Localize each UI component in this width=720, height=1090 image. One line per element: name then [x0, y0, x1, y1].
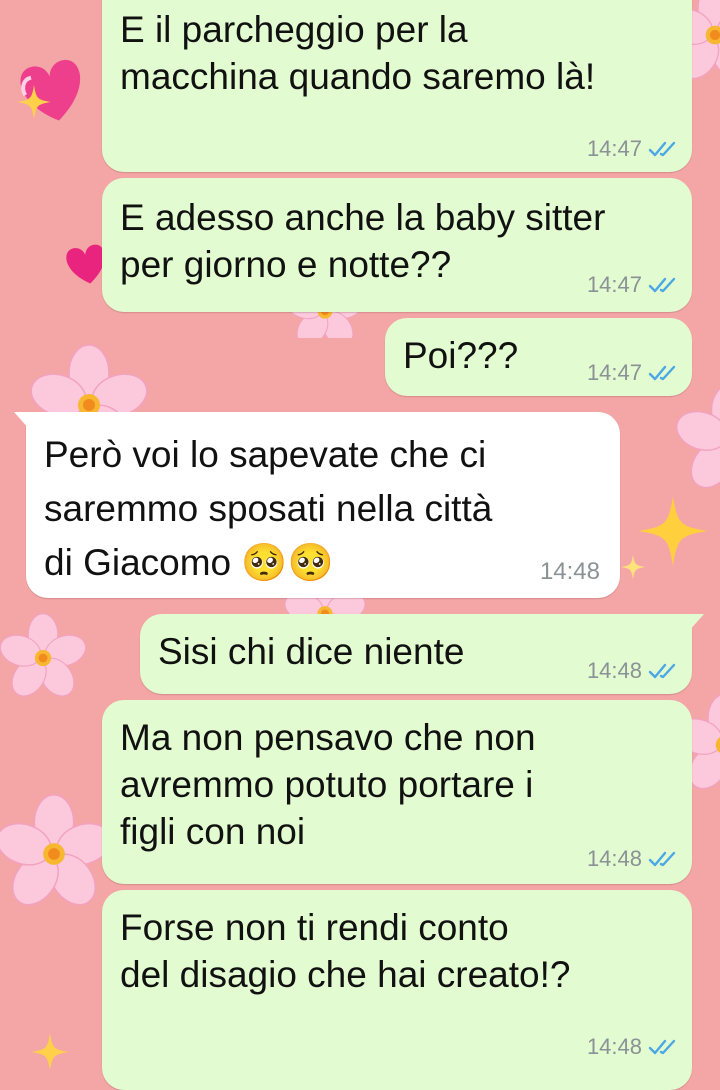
message-meta: 14:48: [540, 558, 600, 586]
message-bubble-outgoing[interactable]: E il parcheggio per la macchina quando s…: [102, 0, 692, 172]
message-time: 14:48: [586, 1034, 642, 1059]
chat-screen: { "theme": { "wallpaper_color": "#f4a6a6…: [0, 0, 720, 1090]
bubble-tail: [688, 614, 704, 632]
message-bubble-outgoing[interactable]: Forse non ti rendi conto del disagio che…: [102, 890, 692, 1090]
message-time: 14:47: [586, 136, 642, 161]
message-text: E il parcheggio per la macchina quando s…: [120, 9, 596, 97]
message-meta: 14:48: [587, 846, 678, 872]
message-bubble-outgoing[interactable]: Sisi chi dice niente 14:48: [140, 614, 704, 694]
read-ticks-icon: [648, 663, 676, 679]
message-time: 14:47: [586, 272, 642, 297]
message-meta: 14:48: [587, 1034, 678, 1060]
message-text: E adesso anche la baby sitter per giorno…: [120, 197, 606, 285]
message-time: 14:48: [586, 846, 642, 871]
message-text: Sisi chi dice niente: [158, 631, 465, 672]
message-meta: 14:47: [587, 136, 678, 162]
message-bubble-outgoing[interactable]: E adesso anche la baby sitter per giorno…: [102, 178, 692, 312]
read-ticks-icon: [648, 1039, 676, 1055]
message-bubble-outgoing[interactable]: Ma non pensavo che non avremmo potuto po…: [102, 700, 692, 884]
read-ticks-icon: [648, 365, 676, 381]
message-list[interactable]: E il parcheggio per la macchina quando s…: [0, 0, 720, 1090]
message-bubble-incoming[interactable]: Però voi lo sapevate che ci saremmo spos…: [14, 412, 620, 598]
message-time: 14:48: [539, 558, 600, 585]
bubble-tail: [14, 412, 30, 430]
message-text: Però voi lo sapevate che ci saremmo spos…: [44, 434, 493, 583]
read-ticks-icon: [648, 141, 676, 157]
message-text: Forse non ti rendi conto del disagio che…: [120, 907, 571, 995]
message-time: 14:48: [586, 658, 642, 683]
read-ticks-icon: [648, 851, 676, 867]
message-meta: 14:47: [587, 272, 678, 298]
read-ticks-icon: [648, 277, 676, 293]
message-meta: 14:48: [587, 658, 678, 684]
message-time: 14:47: [586, 360, 642, 385]
message-meta: 14:47: [587, 360, 678, 386]
message-text: Poi???: [403, 335, 519, 376]
message-bubble-outgoing[interactable]: Poi??? 14:47: [385, 318, 692, 396]
message-text: Ma non pensavo che non avremmo potuto po…: [120, 717, 536, 852]
